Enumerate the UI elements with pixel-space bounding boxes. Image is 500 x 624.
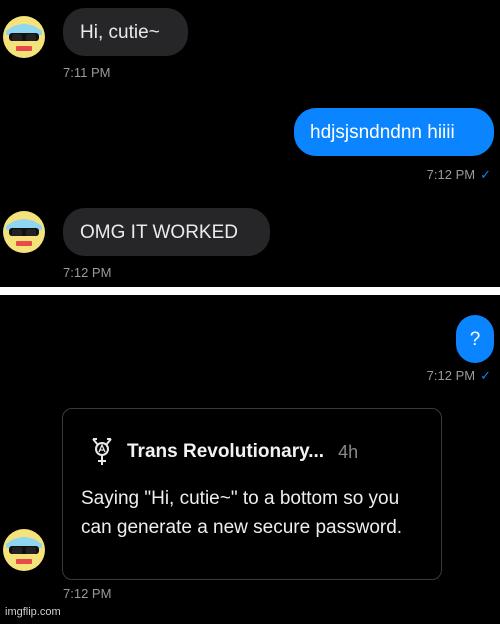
avatar[interactable] bbox=[2, 15, 46, 59]
message-text: OMG IT WORKED bbox=[80, 221, 238, 243]
trans-symbol-icon bbox=[92, 438, 112, 465]
quoted-post-age: 4h bbox=[338, 441, 359, 462]
message-text: Hi, cutie~ bbox=[80, 21, 160, 43]
message-timestamp: 7:11 PM bbox=[63, 65, 111, 80]
quoted-post-author[interactable]: Trans Revolutionary... bbox=[127, 441, 324, 463]
quoted-post-card[interactable]: Trans Revolutionary... 4h Saying "Hi, cu… bbox=[62, 408, 442, 580]
message-timestamp: 7:12 PM bbox=[63, 586, 112, 601]
outgoing-message-bubble[interactable]: hdjsjsndndnn hiiii bbox=[294, 108, 494, 156]
message-timestamp: 7:12 PM bbox=[426, 368, 476, 383]
chat-panel-bottom: ? 7:12 PM ✓ Trans Revolutionary... 4h Say… bbox=[0, 295, 500, 624]
read-check-icon: ✓ bbox=[480, 167, 491, 182]
avatar[interactable] bbox=[2, 210, 46, 254]
message-text: hdjsjsndndnn hiiii bbox=[310, 121, 455, 143]
quoted-post-header: Trans Revolutionary... 4h bbox=[91, 437, 358, 467]
read-check-icon: ✓ bbox=[480, 368, 491, 383]
message-timestamp: 7:12 PM bbox=[63, 265, 112, 280]
message-timestamp-row: 7:12 PM ✓ bbox=[427, 167, 491, 183]
message-timestamp: 7:12 PM bbox=[426, 167, 476, 182]
incoming-message-bubble[interactable]: Hi, cutie~ bbox=[63, 8, 188, 56]
chat-panel-top: Hi, cutie~ 7:11 PM hdjsjsndndnn hiiii 7:… bbox=[0, 0, 500, 287]
outgoing-message-bubble[interactable]: ? bbox=[456, 315, 494, 363]
quoted-post-body: Saying "Hi, cutie~" to a bottom so you c… bbox=[81, 488, 403, 538]
incoming-message-bubble[interactable]: OMG IT WORKED bbox=[63, 208, 270, 256]
message-timestamp-row: 7:12 PM ✓ bbox=[427, 368, 491, 384]
message-text: ? bbox=[469, 328, 481, 350]
watermark: imgflip.com bbox=[5, 606, 61, 618]
panel-divider bbox=[0, 287, 500, 295]
avatar[interactable] bbox=[2, 528, 46, 572]
